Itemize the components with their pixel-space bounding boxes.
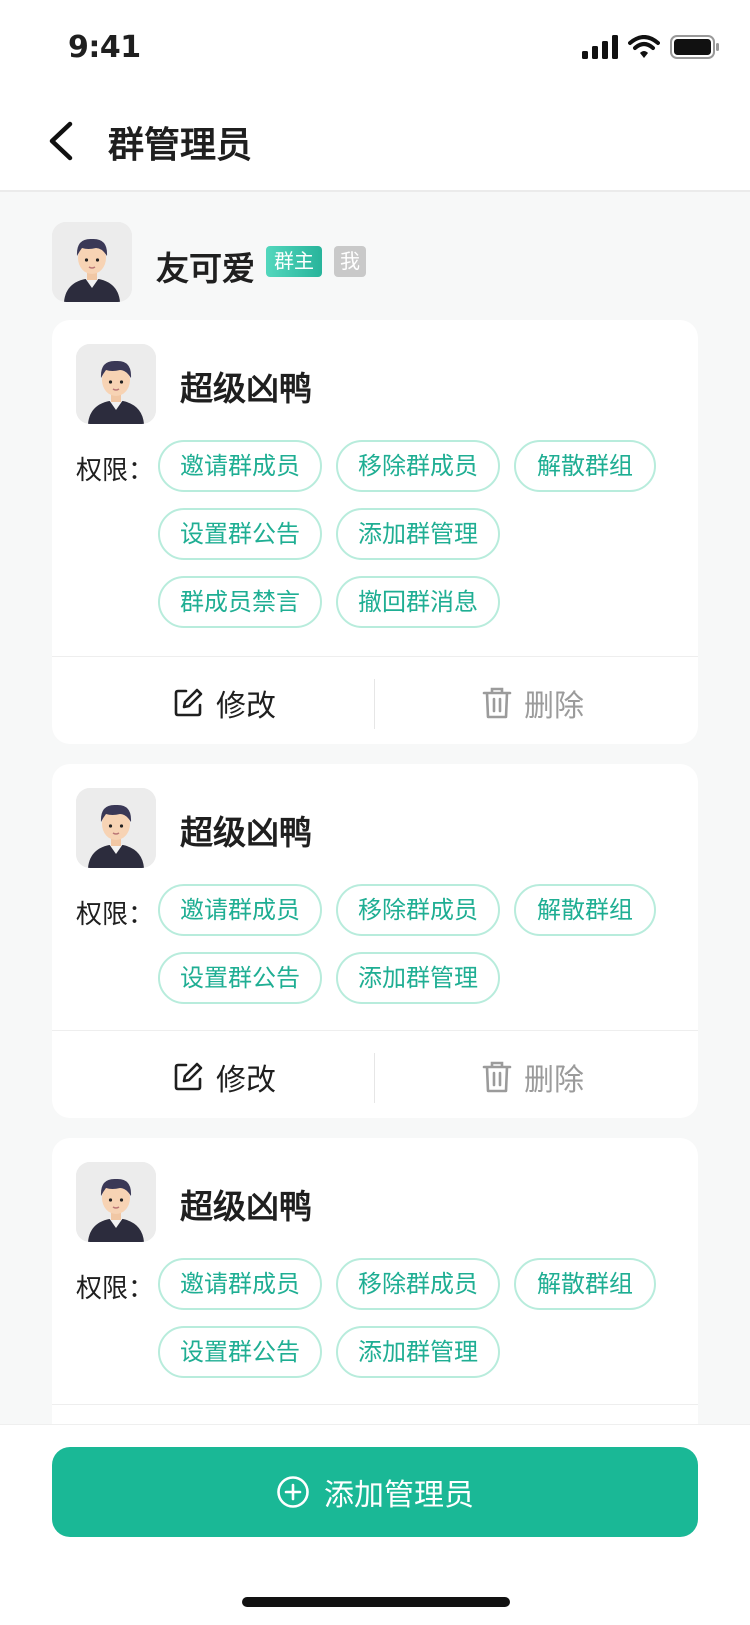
admin-name: 超级凶鸭 [180,813,312,852]
permission-chip: 移除群成员 [336,440,500,492]
add-admin-button[interactable]: 添加管理员 [52,1447,698,1537]
permission-chip: 撤回群消息 [336,576,500,628]
admin-name: 超级凶鸭 [180,369,312,408]
wifi-icon [628,35,660,58]
admin-card: 超级凶鸭 权限： 邀请群成员 移除群成员 解散群组 设置群公告 添加群管理 群成… [52,320,698,744]
permission-chip: 移除群成员 [336,884,500,936]
edit-button[interactable]: 修改 [172,657,276,749]
battery-icon [670,35,719,59]
permission-chip: 邀请群成员 [158,1258,322,1310]
permission-chip: 添加群管理 [336,952,500,1004]
delete-button[interactable]: 删除 [482,657,584,749]
status-bar: 9:41 [0,0,750,92]
delete-label: 删除 [524,1063,584,1098]
edit-icon [174,1062,203,1091]
avatar [76,344,156,424]
permission-chip: 设置群公告 [158,508,322,560]
admin-list[interactable]: 友可爱 群主 我 超级凶鸭 权限： 邀请群成员 移除群成员 解散群组 设置群公告… [0,192,750,1424]
permission-label: 权限： [76,456,155,486]
permission-label: 权限： [76,1274,155,1304]
permission-chip: 解散群组 [514,884,656,936]
permission-chip: 移除群成员 [336,1258,500,1310]
admin-card: 超级凶鸭 权限： 邀请群成员 移除群成员 解散群组 设置群公告 添加群管理 修改 [52,1138,698,1424]
permission-chip: 邀请群成员 [158,440,322,492]
permission-chip: 添加群管理 [336,508,500,560]
edit-button[interactable]: 修改 [172,1405,276,1424]
home-indicator [242,1597,510,1607]
nav-bar: 群管理员 [0,92,750,192]
avatar [76,1162,156,1242]
plus-circle-icon [277,1476,309,1508]
back-icon[interactable] [42,118,82,164]
owner-badge: 群主 [266,246,322,277]
edit-button[interactable]: 修改 [172,1031,276,1123]
trash-icon [482,1061,512,1093]
me-badge: 我 [334,246,366,277]
permission-chip: 解散群组 [514,1258,656,1310]
delete-button[interactable]: 删除 [482,1031,584,1123]
status-time: 9:41 [68,30,141,65]
delete-button[interactable]: 删除 [482,1405,584,1424]
trash-icon [482,687,512,719]
permission-chip: 群成员禁言 [158,576,322,628]
permission-chip: 解散群组 [514,440,656,492]
edit-icon [174,688,203,717]
card-actions: 修改 删除 [52,1030,698,1123]
card-actions: 修改 删除 [52,656,698,749]
permission-chip: 添加群管理 [336,1326,500,1378]
delete-label: 删除 [524,689,584,724]
bottom-bar: 添加管理员 [0,1424,750,1625]
admin-name: 超级凶鸭 [180,1187,312,1226]
permission-label: 权限： [76,900,155,930]
signal-icon [582,35,618,59]
action-divider [374,679,375,729]
owner-name: 友可爱 [156,249,255,288]
status-icons [582,30,720,64]
avatar [76,788,156,868]
action-divider [374,1053,375,1103]
edit-label: 修改 [216,689,276,724]
card-actions: 修改 删除 [52,1404,698,1424]
permission-chip: 设置群公告 [158,952,322,1004]
permission-chip: 设置群公告 [158,1326,322,1378]
permission-chip: 邀请群成员 [158,884,322,936]
admin-card: 超级凶鸭 权限： 邀请群成员 移除群成员 解散群组 设置群公告 添加群管理 修改 [52,764,698,1118]
add-admin-label: 添加管理员 [324,1478,474,1513]
edit-label: 修改 [216,1063,276,1098]
page-title: 群管理员 [108,125,253,166]
avatar [52,222,132,302]
owner-row: 友可爱 群主 我 [52,222,702,302]
